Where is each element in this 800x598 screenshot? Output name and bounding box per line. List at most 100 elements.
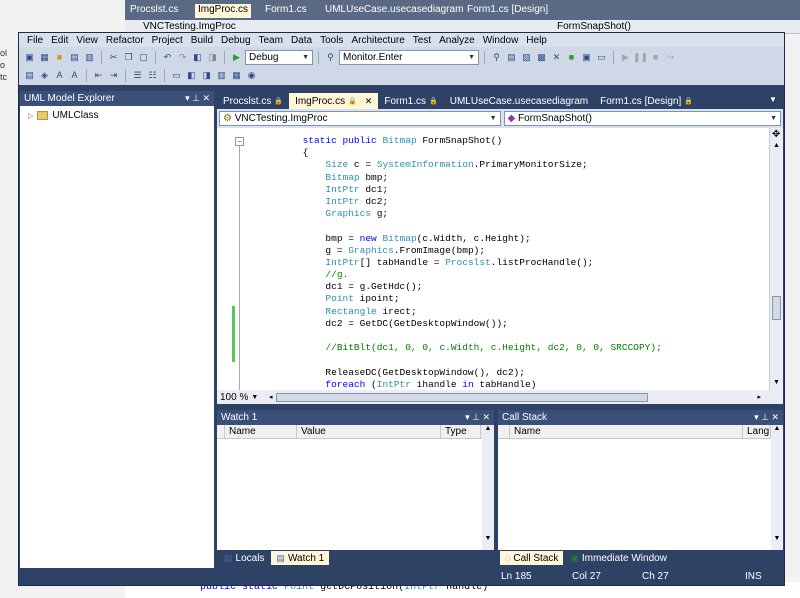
editor-tab[interactable]: Form1.cs [Design] 🔒 bbox=[594, 93, 699, 109]
menu-bar: File Edit View Refactor Project Build Debug Tea… bbox=[19, 33, 784, 47]
menu-project[interactable]: Project bbox=[148, 35, 187, 46]
editor-tab[interactable]: UMLUseCase.usecasediagram bbox=[444, 93, 594, 109]
panel-controls[interactable]: ▾ ⊥ ✕ bbox=[754, 412, 779, 423]
new-project-icon[interactable]: ▣ bbox=[23, 51, 36, 64]
undo-icon[interactable]: ↶ bbox=[161, 51, 174, 64]
menu-window[interactable]: Window bbox=[479, 35, 523, 46]
scroll-down-icon[interactable]: ▼ bbox=[773, 379, 780, 386]
menu-architecture[interactable]: Architecture bbox=[347, 35, 408, 46]
bg-tab[interactable]: Form1.cs bbox=[265, 4, 307, 18]
menu-debug[interactable]: Debug bbox=[217, 35, 254, 46]
word-complete-icon[interactable]: A bbox=[68, 69, 81, 82]
save-all-icon[interactable]: ▥ bbox=[83, 51, 96, 64]
pause-icon[interactable]: ❚❚ bbox=[633, 51, 648, 64]
comment-icon[interactable]: ☰ bbox=[131, 69, 144, 82]
find-icon[interactable]: ⚲ bbox=[324, 51, 337, 64]
member-dropdown[interactable]: ◆ FormSnapShot() ▼ bbox=[503, 111, 781, 126]
column-header[interactable]: Value bbox=[297, 425, 441, 438]
uncomment-icon[interactable]: ☷ bbox=[146, 69, 159, 82]
indent-icon[interactable]: ⇥ bbox=[107, 69, 120, 82]
toolbox-icon[interactable]: ✕ bbox=[550, 51, 563, 64]
scroll-right-icon[interactable]: ▸ bbox=[758, 393, 762, 401]
save-icon[interactable]: ▤ bbox=[68, 51, 81, 64]
object-browser-icon[interactable]: ▩ bbox=[535, 51, 548, 64]
bg-tab[interactable]: UMLUseCase.usecasediagram bbox=[325, 4, 463, 18]
expand-icon[interactable]: ▷ bbox=[28, 112, 33, 120]
split-icon[interactable]: ✥ bbox=[772, 129, 780, 140]
scroll-up-icon[interactable]: ▲ bbox=[773, 142, 780, 149]
properties-icon[interactable]: ▧ bbox=[520, 51, 533, 64]
extension-icon[interactable]: ■ bbox=[565, 51, 578, 64]
tool-window-tab[interactable]: ▤ Locals bbox=[219, 551, 269, 565]
editor-tab[interactable]: ImgProc.cs 🔒 ✕ bbox=[289, 93, 379, 109]
bg-tab[interactable]: Procslst.cs bbox=[130, 4, 178, 18]
tool-window-tab[interactable]: ▤ Watch 1 bbox=[271, 551, 330, 565]
bookmark-folder-icon[interactable]: ▥ bbox=[215, 69, 228, 82]
quick-info-icon[interactable]: A bbox=[53, 69, 66, 82]
next-bookmark-icon[interactable]: ◨ bbox=[200, 69, 213, 82]
open-folder-icon[interactable]: ■ bbox=[53, 51, 66, 64]
continue-icon[interactable]: ▶ bbox=[619, 51, 632, 64]
solution-config-select[interactable]: Debug ▼ bbox=[245, 49, 313, 65]
menu-team[interactable]: Team bbox=[255, 35, 287, 46]
collapse-icon[interactable]: − bbox=[235, 137, 244, 146]
horizontal-scroll-thumb[interactable] bbox=[275, 392, 648, 402]
menu-build[interactable]: Build bbox=[187, 35, 217, 46]
zoom-select[interactable]: 100 % ▼ bbox=[217, 392, 269, 403]
add-item-icon[interactable]: ▦ bbox=[38, 51, 51, 64]
type-dropdown[interactable]: ⚙ VNCTesting.ImgProc ▼ bbox=[219, 111, 501, 126]
panel-controls[interactable]: ▾ ⊥ ✕ bbox=[465, 412, 490, 423]
stop-icon[interactable]: ■ bbox=[649, 51, 662, 64]
column-header[interactable]: Name bbox=[225, 425, 297, 438]
column-header[interactable]: Lang bbox=[743, 425, 771, 438]
prev-bookmark-icon[interactable]: ◧ bbox=[185, 69, 198, 82]
outdent-icon[interactable]: ⇤ bbox=[92, 69, 105, 82]
callstack-scrollbar[interactable]: ▲ ▼ bbox=[771, 425, 783, 550]
copy-icon[interactable]: ❐ bbox=[122, 51, 135, 64]
step-icon[interactable]: ↪ bbox=[664, 51, 677, 64]
find-in-files-icon[interactable]: ⚲ bbox=[490, 51, 503, 64]
tab-list-dropdown-icon[interactable]: ▼ bbox=[769, 95, 777, 104]
window-icon[interactable]: ▭ bbox=[595, 51, 608, 64]
code-editor[interactable]: − static public Bitmap FormSnapShot() { … bbox=[217, 128, 783, 390]
navigate-forward-icon[interactable]: ◨ bbox=[206, 51, 219, 64]
menu-edit[interactable]: Edit bbox=[47, 35, 72, 46]
bg-tab[interactable]: Form1.cs [Design] bbox=[467, 4, 548, 18]
cut-icon[interactable]: ✂ bbox=[107, 51, 120, 64]
watch-scrollbar[interactable]: ▲ ▼ bbox=[482, 425, 494, 550]
vertical-scrollbar[interactable]: ✥ ▲ ▼ bbox=[769, 128, 783, 390]
menu-view[interactable]: View bbox=[72, 35, 102, 46]
column-header[interactable]: Type bbox=[441, 425, 481, 438]
redo-icon[interactable]: ↷ bbox=[176, 51, 189, 64]
menu-help[interactable]: Help bbox=[522, 35, 551, 46]
find-combo[interactable]: Monitor.Enter ▼ bbox=[339, 49, 479, 65]
tool-window-tab[interactable]: ◌ Call Stack bbox=[500, 551, 564, 565]
start-debug-icon[interactable]: ▶ bbox=[230, 51, 243, 64]
lock-icon: 🔒 bbox=[684, 98, 693, 105]
navigate-back-icon[interactable]: ◧ bbox=[191, 51, 204, 64]
paste-icon[interactable]: ▢ bbox=[137, 51, 150, 64]
close-tab-icon[interactable]: ✕ bbox=[365, 96, 373, 107]
scroll-thumb[interactable] bbox=[772, 296, 781, 320]
menu-tools[interactable]: Tools bbox=[316, 35, 347, 46]
tool-window-tab[interactable]: ▣ Immediate Window bbox=[565, 551, 672, 565]
menu-refactor[interactable]: Refactor bbox=[102, 35, 148, 46]
clear-bookmark-icon[interactable]: ▦ bbox=[230, 69, 243, 82]
menu-file[interactable]: File bbox=[23, 35, 47, 46]
bg-tab[interactable]: ImgProc.cs bbox=[195, 4, 252, 18]
member-icon[interactable]: ◈ bbox=[38, 69, 51, 82]
column-header[interactable]: Name bbox=[510, 425, 743, 438]
tree-item-umlclass[interactable]: ▷ UMLClass bbox=[20, 106, 214, 125]
menu-data[interactable]: Data bbox=[287, 35, 316, 46]
editor-tab[interactable]: Procslst.cs 🔒 bbox=[217, 93, 289, 109]
start-page-icon[interactable]: ▣ bbox=[580, 51, 593, 64]
bookmark-icon[interactable]: ▭ bbox=[170, 69, 183, 82]
panel-controls[interactable]: ▾ ⊥ ✕ bbox=[185, 93, 210, 104]
solution-explorer-icon[interactable]: ▤ bbox=[505, 51, 518, 64]
class-view-icon[interactable]: ▤ bbox=[23, 69, 36, 82]
scroll-left-icon[interactable]: ◂ bbox=[269, 393, 273, 401]
menu-test[interactable]: Test bbox=[409, 35, 435, 46]
breakpoint-icon[interactable]: ◉ bbox=[245, 69, 258, 82]
menu-analyze[interactable]: Analyze bbox=[435, 35, 479, 46]
editor-tab[interactable]: Form1.cs 🔒 bbox=[378, 93, 443, 109]
